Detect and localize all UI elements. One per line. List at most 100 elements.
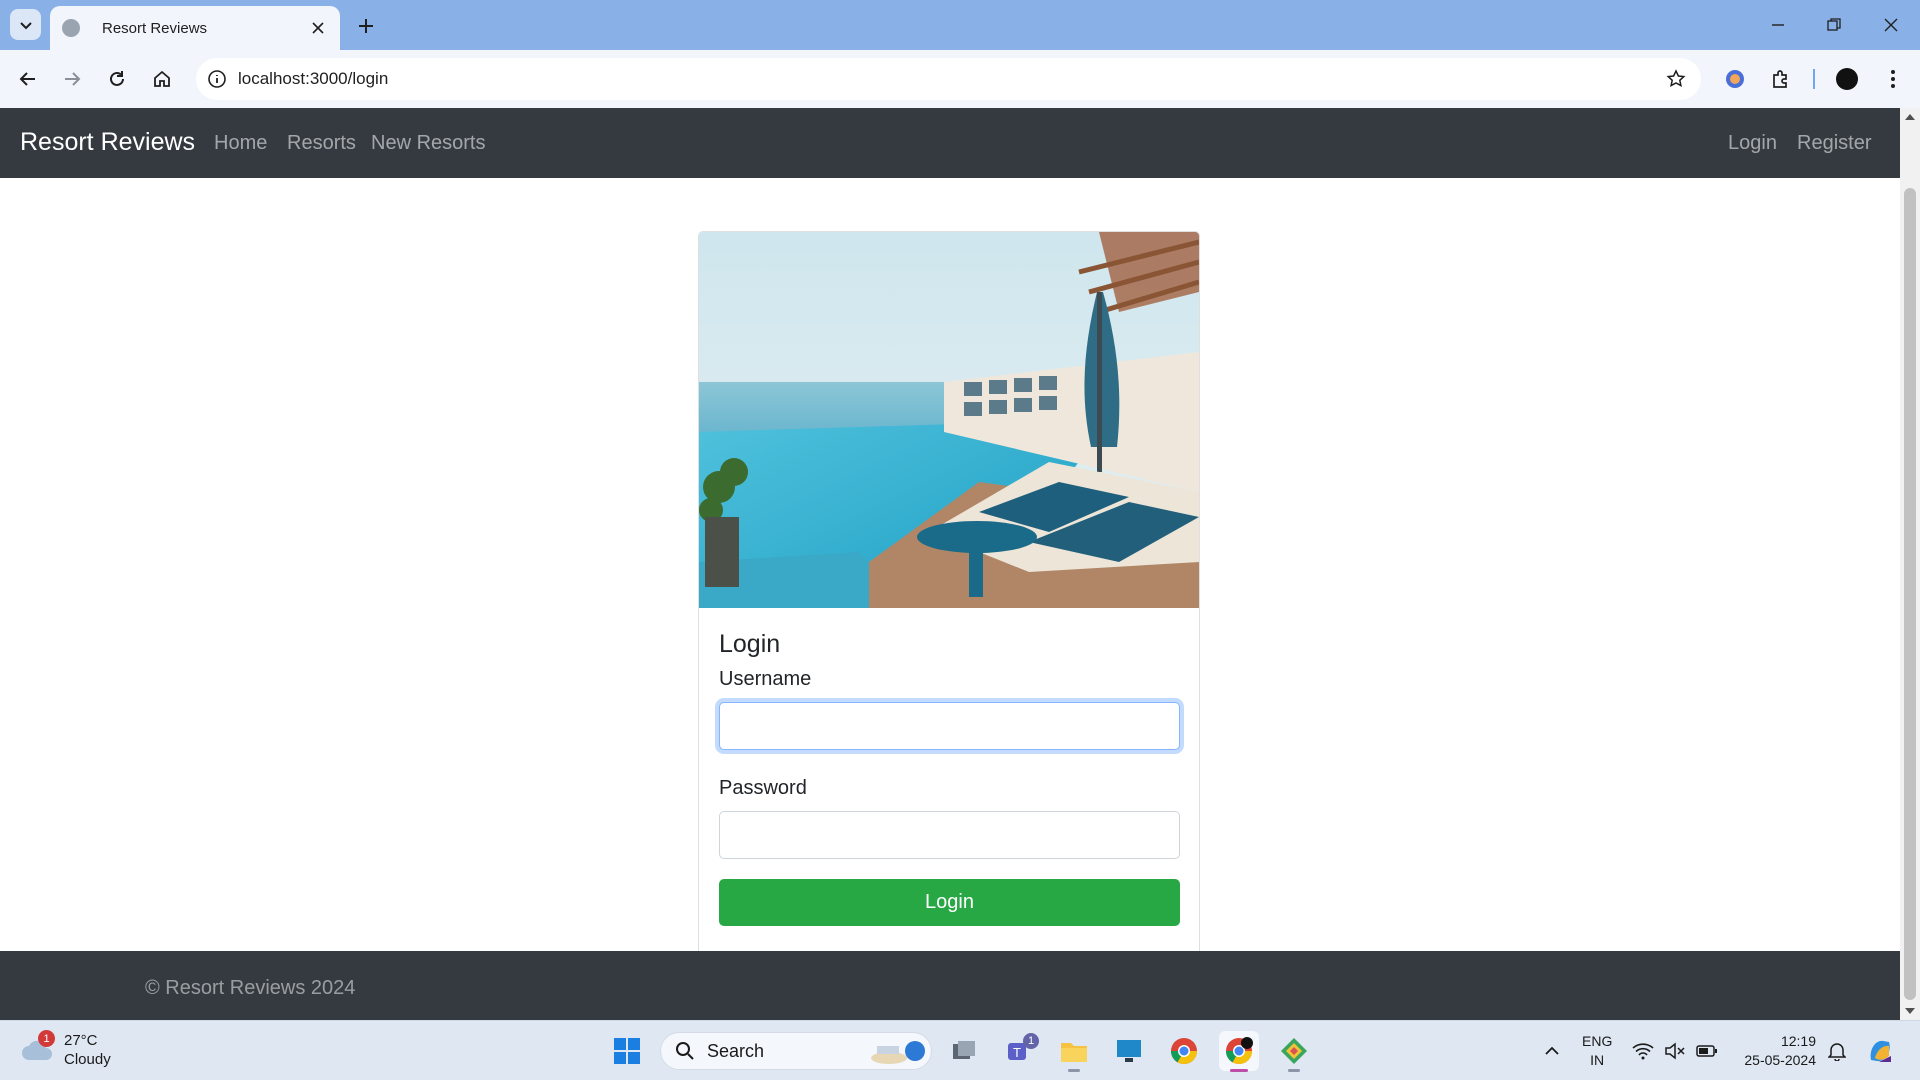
- page-scrollbar[interactable]: [1900, 108, 1920, 1020]
- volume-button[interactable]: [1660, 1031, 1690, 1071]
- password-label: Password: [719, 777, 807, 799]
- battery-icon: [1696, 1045, 1717, 1057]
- chevron-down-icon: [19, 21, 32, 29]
- remote-desktop-button[interactable]: [1109, 1031, 1149, 1071]
- system-clock[interactable]: 12:19 25-05-2024: [1736, 1032, 1816, 1070]
- login-card: Login Username Password Login: [698, 231, 1200, 1020]
- nav-link-resorts[interactable]: Resorts: [287, 132, 356, 155]
- restore-icon: [1827, 18, 1841, 31]
- resort-pool-image: [699, 232, 1199, 608]
- profile-button[interactable]: [1831, 63, 1863, 95]
- task-view-icon: [953, 1041, 975, 1059]
- url-text[interactable]: localhost:3000/login: [238, 69, 1657, 89]
- address-bar[interactable]: localhost:3000/login: [196, 58, 1701, 100]
- weather-temperature: 27°C: [64, 1032, 98, 1049]
- avatar-icon: [1836, 68, 1858, 90]
- login-submit-button[interactable]: Login: [719, 879, 1180, 926]
- language-indicator[interactable]: ENG IN: [1582, 1032, 1612, 1070]
- info-icon: [208, 70, 226, 88]
- reload-button[interactable]: [101, 63, 133, 95]
- chevron-up-icon: [1545, 1046, 1559, 1055]
- puzzle-icon: [1773, 70, 1787, 88]
- file-explorer-button[interactable]: [1054, 1031, 1094, 1071]
- extension-logo-icon: [1726, 70, 1744, 88]
- footer-copyright: © Resort Reviews 2024: [145, 977, 356, 999]
- active-indicator: [1230, 1069, 1248, 1072]
- scroll-up-icon[interactable]: [1905, 114, 1915, 120]
- arrow-left-icon: [19, 72, 35, 86]
- close-tab-button[interactable]: [308, 18, 328, 38]
- nav-link-login[interactable]: Login: [1728, 132, 1777, 155]
- teams-button[interactable]: T 1: [999, 1031, 1039, 1071]
- extension-button[interactable]: [1719, 63, 1751, 95]
- minimize-button[interactable]: [1755, 8, 1801, 42]
- browser-tab[interactable]: Resort Reviews: [50, 6, 340, 50]
- notifications-button[interactable]: [1822, 1031, 1852, 1071]
- new-tab-button[interactable]: [352, 12, 380, 40]
- password-input[interactable]: [719, 811, 1180, 859]
- running-indicator: [1068, 1069, 1080, 1072]
- login-form: Login Username Password Login: [699, 608, 1199, 946]
- home-icon: [154, 70, 170, 87]
- show-hidden-icons-button[interactable]: [1532, 1031, 1572, 1071]
- site-info-button[interactable]: [198, 60, 236, 98]
- task-view-button[interactable]: [944, 1031, 984, 1071]
- search-icon: [676, 1042, 694, 1060]
- git-tool-button[interactable]: [1274, 1031, 1314, 1071]
- start-button[interactable]: [607, 1031, 647, 1071]
- minimize-icon: [1772, 24, 1784, 26]
- chrome-profile-button[interactable]: [1219, 1031, 1259, 1071]
- close-icon: [312, 22, 324, 34]
- scrollbar-thumb[interactable]: [1904, 188, 1916, 1000]
- chrome-icon: [1225, 1037, 1253, 1065]
- chrome-button[interactable]: [1164, 1031, 1204, 1071]
- copilot-icon: [1870, 1040, 1891, 1062]
- running-indicator: [1288, 1069, 1300, 1072]
- wifi-icon: [1632, 1043, 1654, 1060]
- close-icon: [1884, 18, 1898, 32]
- more-vertical-icon: [1891, 70, 1895, 88]
- taskbar-search[interactable]: Search: [660, 1032, 932, 1070]
- reload-icon: [110, 71, 124, 86]
- clock-time: 12:19: [1780, 1033, 1816, 1049]
- language-code: ENG: [1582, 1033, 1613, 1049]
- close-window-button[interactable]: [1868, 8, 1914, 42]
- nav-link-new-resorts[interactable]: New Resorts: [371, 132, 485, 155]
- restore-button[interactable]: [1811, 8, 1857, 42]
- browser-toolbar: localhost:3000/login: [0, 50, 1920, 108]
- forward-button[interactable]: [56, 63, 88, 95]
- site-footer: © Resort Reviews 2024: [0, 951, 1900, 1020]
- username-label: Username: [719, 668, 812, 690]
- home-button[interactable]: [146, 63, 178, 95]
- star-icon: [1666, 69, 1686, 88]
- svg-text:T: T: [1013, 1045, 1021, 1060]
- extensions-menu-button[interactable]: [1765, 63, 1797, 95]
- git-icon: [1281, 1038, 1307, 1064]
- weather-widget[interactable]: 1 27°C Cloudy: [20, 1030, 111, 1069]
- navbar-brand[interactable]: Resort Reviews: [20, 128, 195, 157]
- volume-muted-icon: [1665, 1042, 1685, 1060]
- scroll-down-icon[interactable]: [1905, 1008, 1915, 1014]
- copilot-button[interactable]: [1860, 1031, 1900, 1071]
- windows-taskbar: 1 27°C Cloudy Search T 1 ENG IN 12:19 25…: [0, 1020, 1920, 1080]
- bell-icon: [1828, 1043, 1846, 1061]
- browser-tab-bar: Resort Reviews: [0, 0, 1920, 50]
- browser-menu-button[interactable]: [1877, 63, 1909, 95]
- teams-badge: 1: [1023, 1033, 1039, 1049]
- page-viewport: Resort Reviews Home Resorts New Resorts …: [0, 108, 1900, 1020]
- nav-link-home[interactable]: Home: [214, 132, 267, 155]
- plus-icon: [359, 19, 373, 33]
- back-button[interactable]: [12, 63, 44, 95]
- cloud-icon: 1: [20, 1030, 56, 1068]
- windows-logo-icon: [614, 1038, 640, 1064]
- tab-search-button[interactable]: [10, 9, 41, 40]
- bookmark-button[interactable]: [1657, 60, 1695, 98]
- username-input[interactable]: [719, 702, 1180, 750]
- battery-button[interactable]: [1692, 1031, 1722, 1071]
- folder-icon: [1061, 1043, 1087, 1062]
- nav-link-register[interactable]: Register: [1797, 132, 1871, 155]
- arrow-right-icon: [65, 72, 81, 86]
- tab-title: Resort Reviews: [102, 19, 208, 37]
- wifi-button[interactable]: [1628, 1031, 1658, 1071]
- search-label: Search: [707, 1040, 765, 1061]
